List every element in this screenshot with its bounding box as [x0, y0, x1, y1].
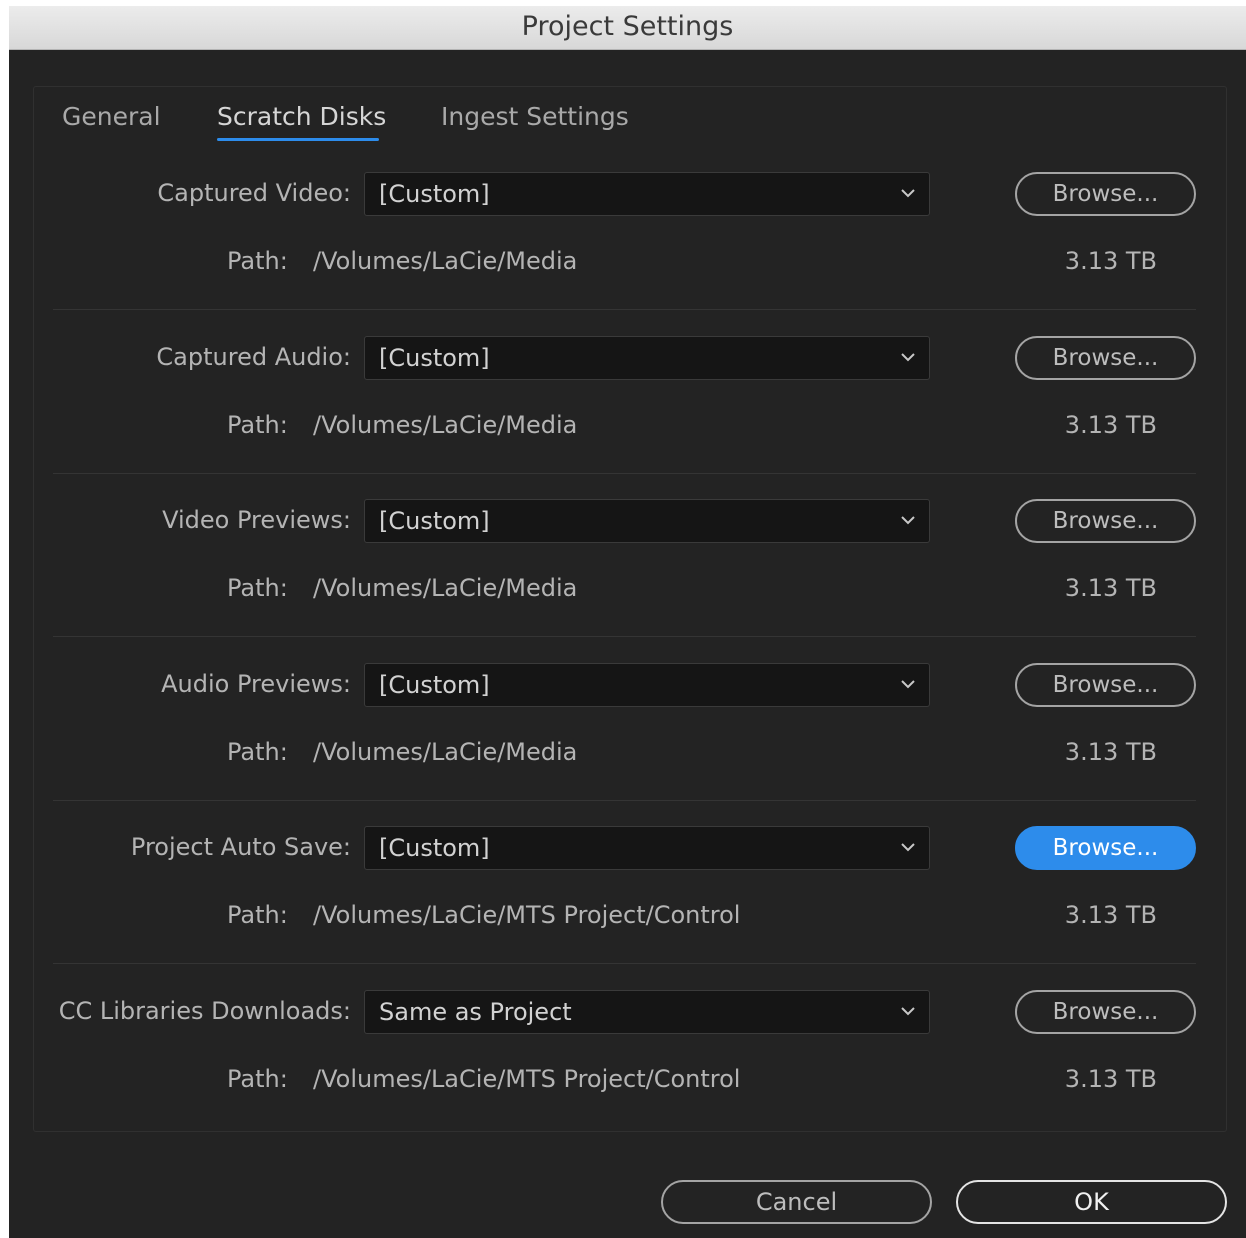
cc-libraries-downloads-label: CC Libraries Downloads:	[58, 997, 351, 1025]
video-previews-select[interactable]: [Custom]	[364, 499, 930, 543]
captured-video-path-label: Path:	[227, 247, 288, 275]
tab-scratch-disks[interactable]: Scratch Disks	[217, 102, 386, 132]
project-auto-save-select-value: [Custom]	[379, 834, 490, 862]
cc-libraries-downloads-path: /Volumes/LaCie/MTS Project/Control	[313, 1065, 741, 1093]
video-previews-select-value: [Custom]	[379, 507, 490, 535]
cc-libraries-downloads-disk-space: 3.13 TB	[1064, 1065, 1157, 1093]
captured-video-path: /Volumes/LaCie/Media	[313, 247, 578, 275]
section-divider	[53, 309, 1196, 310]
captured-video-select[interactable]: [Custom]	[364, 172, 930, 216]
audio-previews-browse-button[interactable]: Browse...	[1015, 663, 1196, 707]
captured-audio-select-value: [Custom]	[379, 344, 490, 372]
chevron-down-icon	[901, 189, 915, 198]
cc-libraries-downloads-select-value: Same as Project	[379, 998, 572, 1026]
project-auto-save-select[interactable]: [Custom]	[364, 826, 930, 870]
project-auto-save-path: /Volumes/LaCie/MTS Project/Control	[313, 901, 741, 929]
project-settings-dialog: Project Settings General Scratch Disks I…	[9, 6, 1246, 1238]
audio-previews-disk-space: 3.13 TB	[1064, 738, 1157, 766]
ok-button[interactable]: OK	[956, 1180, 1227, 1224]
video-previews-browse-button[interactable]: Browse...	[1015, 499, 1196, 543]
audio-previews-path: /Volumes/LaCie/Media	[313, 738, 578, 766]
chevron-down-icon	[901, 680, 915, 689]
section-divider	[53, 963, 1196, 964]
captured-video-browse-button[interactable]: Browse...	[1015, 172, 1196, 216]
active-tab-indicator	[217, 138, 379, 141]
project-auto-save-label: Project Auto Save:	[130, 833, 351, 861]
captured-video-label: Captured Video:	[157, 179, 351, 207]
captured-audio-select[interactable]: [Custom]	[364, 336, 930, 380]
settings-panel	[33, 86, 1227, 1132]
project-auto-save-browse-button[interactable]: Browse...	[1015, 826, 1196, 870]
video-previews-path: /Volumes/LaCie/Media	[313, 574, 578, 602]
video-previews-label: Video Previews:	[162, 506, 351, 534]
chevron-down-icon	[901, 516, 915, 525]
section-divider	[53, 636, 1196, 637]
chevron-down-icon	[901, 353, 915, 362]
captured-audio-browse-button[interactable]: Browse...	[1015, 336, 1196, 380]
section-divider	[53, 473, 1196, 474]
tab-general[interactable]: General	[62, 102, 161, 132]
section-divider	[53, 800, 1196, 801]
project-auto-save-disk-space: 3.13 TB	[1064, 901, 1157, 929]
captured-video-select-value: [Custom]	[379, 180, 490, 208]
audio-previews-label: Audio Previews:	[161, 670, 351, 698]
video-previews-path-label: Path:	[227, 574, 288, 602]
audio-previews-select-value: [Custom]	[379, 671, 490, 699]
audio-previews-path-label: Path:	[227, 738, 288, 766]
cancel-button[interactable]: Cancel	[661, 1180, 932, 1224]
captured-audio-label: Captured Audio:	[156, 343, 351, 371]
captured-audio-path: /Volumes/LaCie/Media	[313, 411, 578, 439]
chevron-down-icon	[901, 843, 915, 852]
cc-libraries-downloads-path-label: Path:	[227, 1065, 288, 1093]
cc-libraries-downloads-select[interactable]: Same as Project	[364, 990, 930, 1034]
cc-libraries-downloads-browse-button[interactable]: Browse...	[1015, 990, 1196, 1034]
captured-audio-path-label: Path:	[227, 411, 288, 439]
audio-previews-select[interactable]: [Custom]	[364, 663, 930, 707]
captured-audio-disk-space: 3.13 TB	[1064, 411, 1157, 439]
tab-ingest-settings[interactable]: Ingest Settings	[441, 102, 629, 132]
project-auto-save-path-label: Path:	[227, 901, 288, 929]
title-bar[interactable]: Project Settings	[9, 6, 1246, 50]
chevron-down-icon	[901, 1007, 915, 1016]
video-previews-disk-space: 3.13 TB	[1064, 574, 1157, 602]
window-title: Project Settings	[521, 11, 734, 42]
captured-video-disk-space: 3.13 TB	[1064, 247, 1157, 275]
